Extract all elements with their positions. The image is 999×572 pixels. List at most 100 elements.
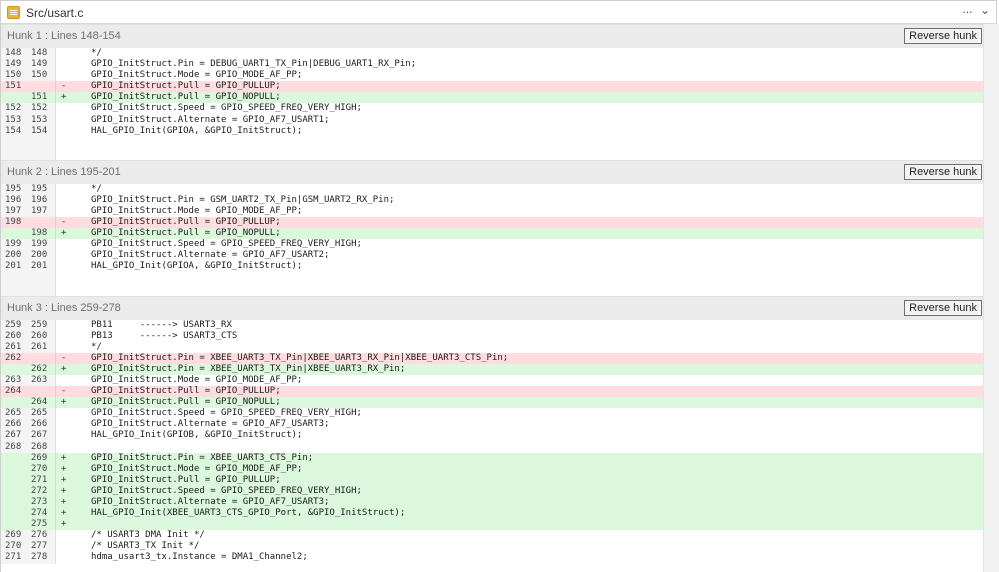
diff-sign: + [61, 92, 67, 103]
code-text: GPIO_InitStruct.Pin = XBEE_UART3_TX_Pin|… [91, 363, 406, 374]
code-text: GPIO_InitStruct.Pull = GPIO_PULLUP; [91, 474, 281, 485]
diff-line-context: 201 201 HAL_GPIO_Init(GPIOA, &GPIO_InitStr… [1, 261, 983, 273]
new-line-number: 200 [31, 250, 48, 261]
hunk-title: Hunk 2 : Lines 195-201 [7, 165, 121, 178]
old-line-number: 153 [5, 114, 22, 125]
new-line-number: 199 [31, 239, 48, 250]
old-line-number: 264 [5, 386, 22, 397]
old-line-number: 149 [5, 59, 22, 70]
code-text: */ [91, 341, 102, 352]
vertical-scrollbar[interactable] [983, 24, 999, 572]
diff-sign: + [61, 485, 67, 496]
new-line-number: 149 [31, 59, 48, 70]
new-line-number: 151 [31, 92, 48, 103]
diff-sign: + [61, 228, 67, 239]
diff-line-context: 152 152 GPIO_InitStruct.Speed = GPIO_SPEED… [1, 103, 983, 115]
diff-sign: + [61, 519, 67, 530]
diff-sign: + [61, 474, 67, 485]
new-line-number: 198 [31, 228, 48, 239]
line-number-gutter [1, 508, 56, 520]
code-text: GPIO_InitStruct.Pin = XBEE_UART3_CTS_Pin… [91, 452, 314, 463]
code-text: GPIO_InitStruct.Pin = GSM_UART2_TX_Pin|G… [91, 194, 395, 205]
diff-sign: - [61, 217, 67, 228]
diff-line-added: 269 + GPIO_InitStruct.Pin = XBEE_UART3_CTS… [1, 452, 983, 464]
new-line-number: 270 [31, 463, 48, 474]
code-text: GPIO_InitStruct.Mode = GPIO_MODE_AF_PP; [91, 70, 303, 81]
code-text: GPIO_InitStruct.Pull = GPIO_NOPULL; [91, 228, 281, 239]
code-text: GPIO_InitStruct.Pull = GPIO_PULLUP; [91, 217, 281, 228]
old-line-number: 271 [5, 552, 22, 563]
diff-line-added: 264 + GPIO_InitStruct.Pull = GPIO_NOPULL; [1, 397, 983, 409]
code-text: GPIO_InitStruct.Mode = GPIO_MODE_AF_PP; [91, 205, 303, 216]
reverse-hunk-button[interactable]: Reverse hunk [904, 163, 982, 180]
code-text: GPIO_InitStruct.Pull = GPIO_NOPULL; [91, 397, 281, 408]
new-line-number: 201 [31, 261, 48, 272]
code-text: GPIO_InitStruct.Mode = GPIO_MODE_AF_PP; [91, 463, 303, 474]
old-line-number: 154 [5, 125, 22, 136]
diff-line-context: 265 265 GPIO_InitStruct.Speed = GPIO_SPEED… [1, 408, 983, 420]
old-line-number: 199 [5, 239, 22, 250]
diff-sign: + [61, 397, 67, 408]
line-number-gutter [1, 397, 56, 409]
old-line-number: 148 [5, 48, 22, 58]
code-text: GPIO_InitStruct.Speed = GPIO_SPEED_FREQ_… [91, 485, 362, 496]
line-number-gutter [1, 519, 56, 531]
line-number-gutter [1, 363, 56, 375]
old-line-number: 266 [5, 419, 22, 430]
code-text: GPIO_InitStruct.Speed = GPIO_SPEED_FREQ_… [91, 408, 362, 419]
line-number-gutter [1, 228, 56, 240]
old-line-number: 196 [5, 194, 22, 205]
reverse-hunk-button[interactable]: Reverse hunk [904, 28, 982, 44]
code-text: hdma_usart3_tx.Instance = DMA1_Channel2; [91, 552, 308, 563]
diff-line-added: 151 + GPIO_InitStruct.Pull = GPIO_NOPULL; [1, 92, 983, 104]
code-text: HAL_GPIO_Init(GPIOA, &GPIO_InitStruct); [91, 261, 303, 272]
hunk-header: Hunk 2 : Lines 195-201 Reverse hunk [1, 159, 983, 184]
diff-line-context: 267 267 HAL_GPIO_Init(GPIOB, &GPIO_InitStr… [1, 430, 983, 442]
diff-sign: - [61, 352, 67, 363]
hunk-header: Hunk 3 : Lines 259-278 Reverse hunk [1, 295, 983, 320]
code-text: HAL_GPIO_Init(XBEE_UART3_CTS_GPIO_Port, … [91, 508, 406, 519]
diff-sign: - [61, 386, 67, 397]
hunk-lines: 195 195 */ 196 196 GPIO_InitStruct.Pin = GSM_… [1, 183, 983, 273]
chevron-down-icon[interactable]: ⌄ [980, 3, 990, 17]
new-line-number: 266 [31, 419, 48, 430]
file-path-title: Src/usart.c [26, 6, 84, 20]
new-line-number: 260 [31, 330, 48, 341]
old-line-number: 259 [5, 319, 22, 330]
new-line-number: 152 [31, 103, 48, 114]
line-number-gutter [1, 272, 56, 296]
old-line-number: 263 [5, 374, 22, 385]
more-options-icon[interactable]: ··· [962, 4, 973, 19]
reverse-hunk-button[interactable]: Reverse hunk [904, 299, 982, 316]
old-line-number: 262 [5, 352, 22, 363]
code-text: PB11 ------> USART3_RX [91, 319, 232, 330]
diff-line-context: 260 260 PB13 ------> USART3_CTS [1, 330, 983, 342]
file-icon [7, 6, 20, 19]
new-line-number: 261 [31, 341, 48, 352]
new-line-number: 259 [31, 319, 48, 330]
old-line-number: 260 [5, 330, 22, 341]
code-text: GPIO_InitStruct.Alternate = GPIO_AF7_USA… [91, 250, 330, 261]
code-text: HAL_GPIO_Init(GPIOA, &GPIO_InitStruct); [91, 125, 303, 136]
diff-sign: + [61, 497, 67, 507]
old-line-number: 150 [5, 70, 22, 81]
code-text: /* USART3_TX Init */ [91, 541, 200, 552]
file-title-bar: Src/usart.c ··· ⌄ [0, 0, 997, 24]
new-line-number: 262 [31, 363, 48, 374]
new-line-number: 265 [31, 408, 48, 419]
code-text: /* USART3 DMA Init */ [91, 530, 205, 541]
hunk-title: Hunk 3 : Lines 259-278 [7, 301, 121, 314]
line-number-gutter [1, 463, 56, 475]
new-line-number: 268 [31, 441, 48, 452]
diff-line-context: 197 197 GPIO_InitStruct.Mode = GPIO_MODE_A… [1, 205, 983, 218]
code-text: GPIO_InitStruct.Pull = GPIO_PULLUP; [91, 386, 281, 397]
new-line-number: 269 [31, 452, 48, 463]
diff-line-context: 148 148 */ [1, 48, 983, 60]
code-text: GPIO_InitStruct.Pull = GPIO_NOPULL; [91, 92, 281, 103]
new-line-number: 195 [31, 183, 48, 194]
line-number-gutter [1, 474, 56, 486]
old-line-number: 195 [5, 183, 22, 194]
new-line-number: 264 [31, 397, 48, 408]
diff-line-context: 266 266 GPIO_InitStruct.Alternate = GPIO_A… [1, 419, 983, 431]
code-text: */ [91, 183, 102, 194]
